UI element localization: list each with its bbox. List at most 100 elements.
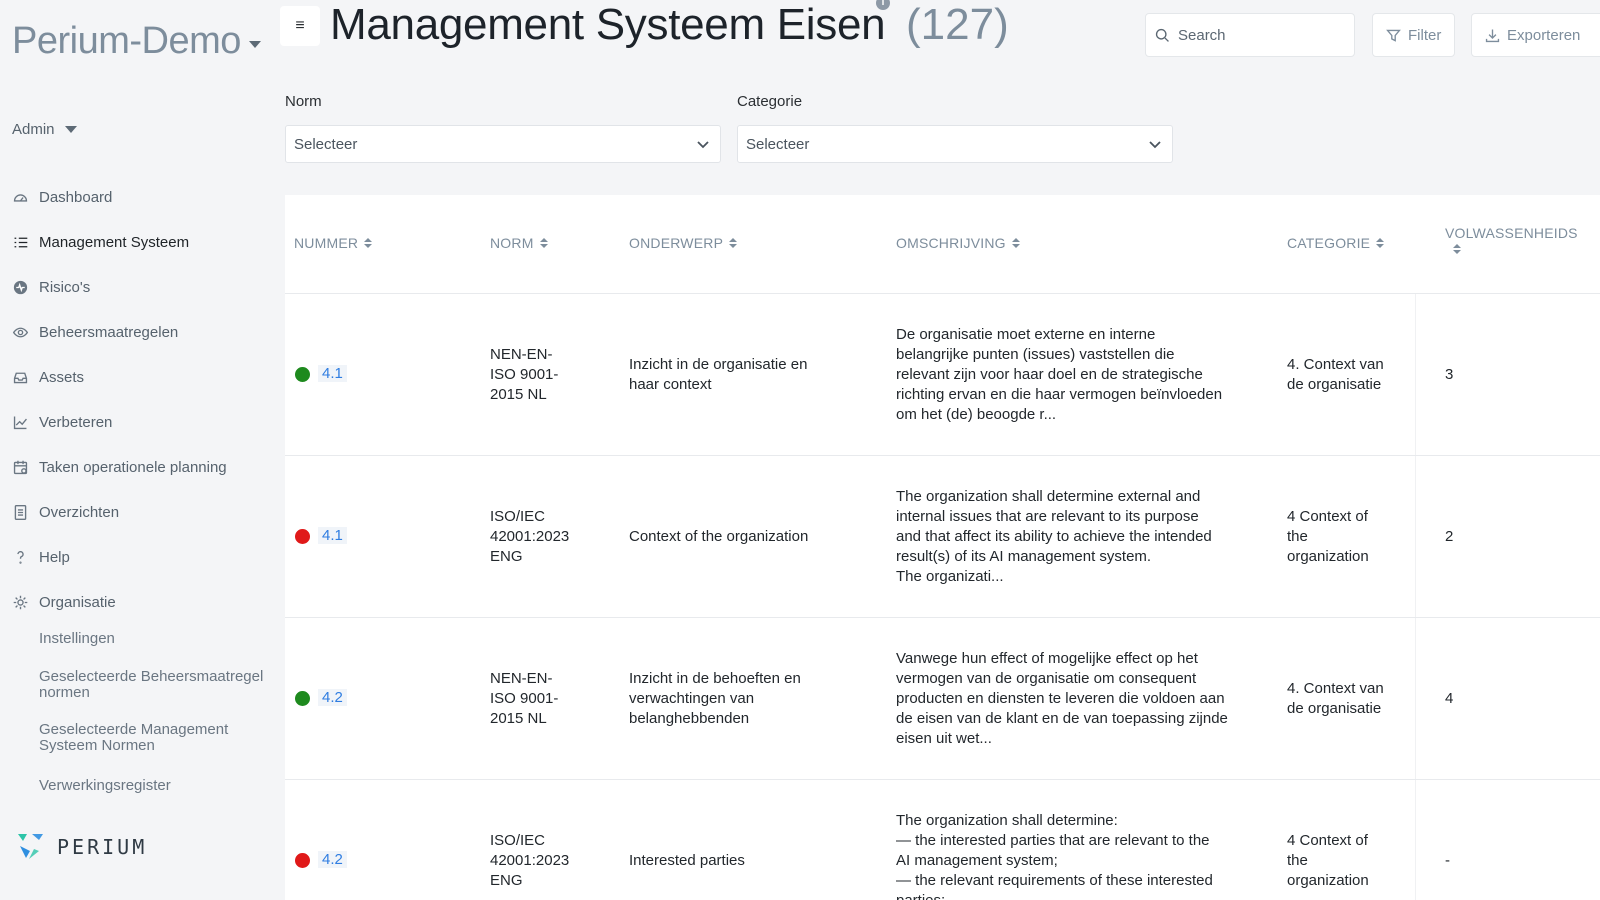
volwassenheid-cell: 3 [1445,366,1454,383]
chevron-down-icon [1149,141,1161,149]
column-header-categorie[interactable]: CATEGORIE [1287,235,1385,251]
column-header-nummer[interactable]: NUMMER [294,235,373,251]
column-divider [1415,294,1416,455]
sidebar-item-verbeteren[interactable]: Verbeteren [12,400,282,445]
omschrijving-cell-line: relevant zijn voor haar doel en de strat… [896,366,1203,383]
sidebar-item-management-systeem[interactable]: Management Systeem [12,220,282,265]
sidebar-subitem-beheersmaatregel-normen[interactable]: Geselecteerde Beheersmaatregel normen [39,669,279,701]
info-icon[interactable]: i [876,0,890,10]
inbox-icon [12,369,39,386]
sidebar-item-assets[interactable]: Assets [12,355,282,400]
norm-cell-line: 2015 NL [490,386,547,403]
logo-text: PERIUM [57,835,148,859]
categorie-cell: 4 Context of the organization [1287,831,1407,891]
norm-cell: NEN-EN- ISO 9001- 2015 NL [490,669,600,729]
search-placeholder: Search [1178,26,1226,44]
sidebar-item-beheersmaatregelen[interactable]: Beheersmaatregelen [12,310,282,355]
omschrijving-cell-line: Vanwege hun effect of mogelijke effect o… [896,650,1198,667]
omschrijving-cell: De organisatie moet externe en interne be… [896,325,1256,425]
requirement-number-link[interactable]: 4.1 [318,365,347,382]
dashboard-icon [12,189,39,206]
user-menu[interactable]: Admin [12,121,77,138]
column-divider [1415,780,1416,900]
sidebar-item-overzichten[interactable]: Overzichten [12,490,282,535]
tenant-name: Perium-Demo [12,20,241,62]
chevron-down-icon [697,141,709,149]
table-row[interactable]: 4.2 NEN-EN- ISO 9001- 2015 NL Inzicht in de … [285,618,1600,780]
volwassenheid-cell: - [1445,852,1450,869]
categorie-cell-line: 4. Context van [1287,680,1384,697]
table-row[interactable]: 4.1 NEN-EN- ISO 9001- 2015 NL Inzicht in de … [285,294,1600,456]
filter-button[interactable]: Filter [1372,13,1455,57]
hamburger-icon: ≡ [295,17,305,34]
column-label: OMSCHRIJVING [896,235,1006,251]
sidebar-item-taken-operationele-planning[interactable]: Taken operationele planning [12,445,282,490]
eye-icon [12,324,39,341]
omschrijving-cell-line: and that affect its ability to achieve t… [896,528,1212,545]
sort-icon [1011,238,1020,248]
onderwerp-cell-line: belanghebbenden [629,710,750,727]
sort-icon [364,238,373,248]
norm-cell-line: NEN-EN- [490,346,553,363]
column-header-omschrijving[interactable]: OMSCHRIJVING [896,235,1020,251]
norm-select[interactable]: Selecteer [285,125,721,163]
chart-line-icon [12,414,39,431]
omschrijving-cell-line: eisen uit wet... [896,730,992,747]
norm-filter-label: Norm [285,93,322,110]
page-title: Management Systeem Eisen [330,0,886,49]
export-button[interactable]: Exporteren [1471,13,1600,57]
norm-cell-line: 42001:2023 [490,528,570,545]
norm-select-value: Selecteer [294,135,358,153]
omschrijving-cell-line: richting ervan en die haar vermogen beïn… [896,386,1223,403]
sidebar-subitem-management-systeem-normen[interactable]: Geselecteerde Management Systeem Normen [39,722,279,754]
tenant-switcher[interactable]: Perium-Demo [12,20,261,63]
menu-toggle-button[interactable]: ≡ [280,6,320,46]
omschrijving-cell-line: The organizati... [896,568,1004,585]
omschrijving-cell-line: parties; [896,891,1256,900]
norm-cell-line: 42001:2023 [490,852,570,869]
norm-cell-line: ENG [490,548,523,565]
column-header-onderwerp[interactable]: ONDERWERP [629,235,738,251]
omschrijving-cell-line: internal issues that are relevant to its… [896,508,1199,525]
categorie-select[interactable]: Selecteer [737,125,1173,163]
onderwerp-cell: Context of the organization [629,527,869,547]
column-header-volwassenheid[interactable]: VOLWASSENHEIDS [1445,225,1578,254]
omschrijving-cell-line: vermogen van de organisatie om consequen… [896,670,1197,687]
requirement-number-link[interactable]: 4.1 [318,527,347,544]
filter-label: Filter [1408,26,1442,44]
column-header-norm[interactable]: NORM [490,235,548,251]
sidebar-item-organisatie[interactable]: Organisatie [12,580,282,625]
sidebar-subitem-verwerkingsregister[interactable]: Verwerkingsregister [39,778,279,794]
calendar-icon [12,459,39,476]
caret-down-icon [248,41,261,48]
onderwerp-cell-line: verwachtingen van [629,690,755,707]
categorie-cell-line: de organisatie [1287,700,1382,717]
search-input[interactable]: Search [1145,13,1355,57]
table-row[interactable]: 4.2 ISO/IEC 42001:2023 ENG Interested partie… [285,780,1600,900]
sidebar-subitem-instellingen[interactable]: Instellingen [39,631,279,647]
categorie-cell-line: 4. Context van [1287,356,1384,373]
categorie-select-value: Selecteer [746,135,810,153]
categorie-filter-label: Categorie [737,93,803,110]
risk-icon [12,279,39,296]
sidebar-item-risicos[interactable]: Risico's [12,265,282,310]
categorie-cell-line: organization [1287,872,1369,889]
norm-cell-line: 2015 NL [490,710,547,727]
norm-cell: ISO/IEC 42001:2023 ENG [490,507,600,567]
status-dot-green [295,367,310,382]
omschrijving-cell: Vanwege hun effect of mogelijke effect o… [896,649,1256,749]
omschrijving-cell-line: The organization shall determine: [896,812,1118,829]
requirement-number-link[interactable]: 4.2 [318,689,347,706]
categorie-cell-line: 4 Context of [1287,508,1368,525]
column-label: CATEGORIE [1287,235,1371,251]
onderwerp-cell-line: Inzicht in de organisatie en [629,356,808,373]
sidebar-item-dashboard[interactable]: Dashboard [12,175,282,220]
omschrijving-cell-line: AI management system; [896,852,1058,869]
norm-cell: NEN-EN- ISO 9001- 2015 NL [490,345,600,405]
table-row[interactable]: 4.1 ISO/IEC 42001:2023 ENG Context of the or… [285,456,1600,618]
requirement-number-link[interactable]: 4.2 [318,851,347,868]
sort-icon [729,238,738,248]
omschrijving-cell: The organization shall determine externa… [896,487,1256,587]
sidebar-item-help[interactable]: Help [12,535,282,580]
sidebar-item-label: Assets [39,369,85,386]
